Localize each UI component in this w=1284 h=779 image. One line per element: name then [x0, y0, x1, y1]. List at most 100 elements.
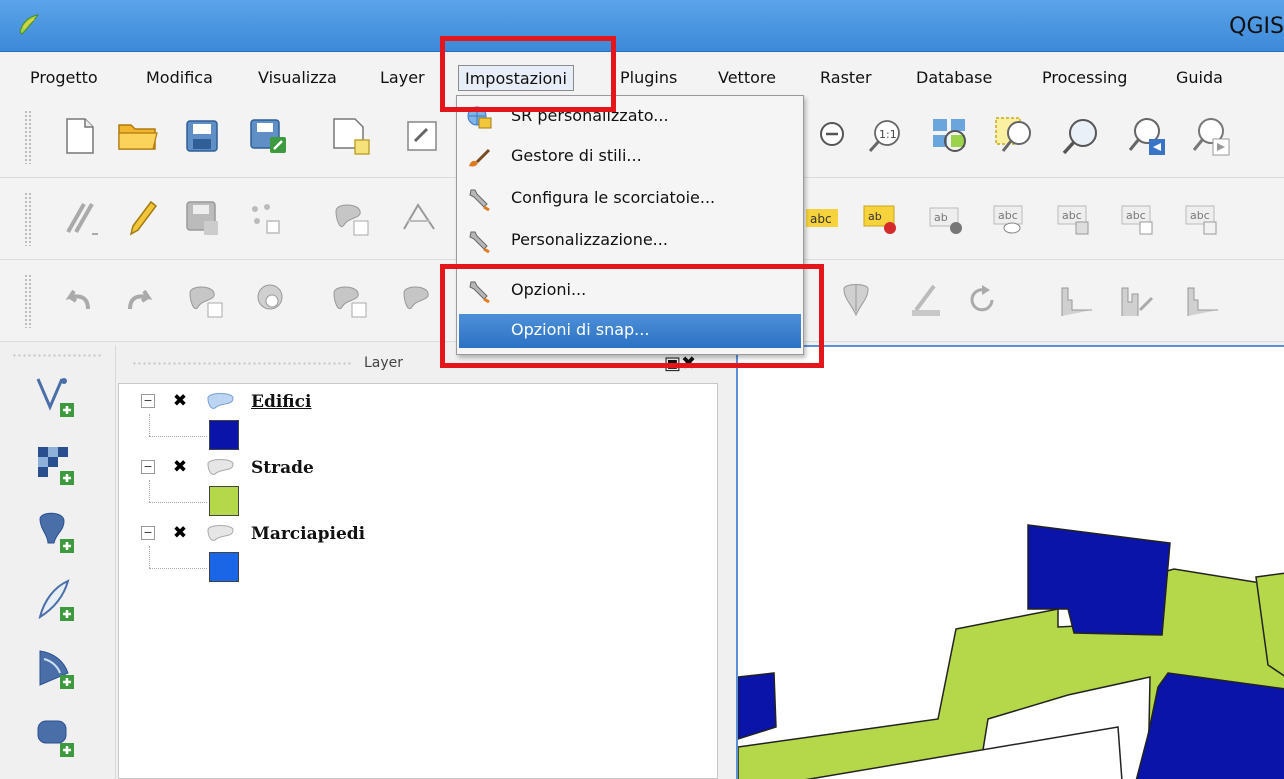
annotation-box-settings-menu [440, 36, 616, 112]
collapse-icon[interactable]: − [141, 394, 155, 408]
menu-item-configure-shortcuts[interactable]: Configura le scorciatoie... [459, 182, 801, 216]
menu-processing[interactable]: Processing [1036, 65, 1133, 91]
label-toolbar-icon[interactable]: abc [800, 196, 844, 240]
layer-name[interactable]: Edifici [251, 392, 311, 412]
move-label-icon[interactable]: abc [1052, 196, 1096, 240]
map-rendering [738, 524, 1284, 779]
layer-name[interactable]: Strade [251, 458, 314, 478]
collapse-icon[interactable]: − [141, 526, 155, 540]
svg-text:ab: ab [868, 210, 882, 223]
layer-symbol-swatch[interactable] [209, 486, 239, 516]
zoom-to-layer-icon[interactable] [1058, 114, 1102, 158]
collapse-icon[interactable]: − [141, 460, 155, 474]
rotate-label-icon[interactable]: abc [1116, 196, 1160, 240]
building-polygon [1135, 672, 1284, 779]
new-project-icon[interactable] [58, 114, 102, 158]
add-raster-layer-icon[interactable] [34, 443, 78, 487]
layer-symbol-swatch[interactable] [209, 552, 239, 582]
panel-grip[interactable] [132, 361, 352, 367]
pin-labels-icon[interactable]: ab [924, 196, 968, 240]
zoom-to-selection-icon[interactable] [992, 114, 1036, 158]
menu-database[interactable]: Database [910, 65, 998, 91]
layer-visibility-checkbox[interactable]: ✖ [171, 524, 189, 542]
zoom-next-icon[interactable] [1188, 114, 1232, 158]
open-project-icon[interactable] [116, 114, 160, 158]
new-print-composer-icon[interactable] [330, 114, 374, 158]
layers-panel-title: Layer [364, 355, 404, 371]
add-part-icon[interactable] [252, 278, 296, 322]
menu-item-label: Configura le scorciatoie... [511, 188, 716, 207]
menu-progetto[interactable]: Progetto [24, 65, 104, 91]
menu-item-style-manager[interactable]: Gestore di stili... [459, 140, 801, 174]
wrench-icon [469, 189, 490, 212]
layer-visibility-checkbox[interactable]: ✖ [171, 392, 189, 410]
layer-name[interactable]: Marciapiedi [251, 524, 365, 544]
zoom-last-icon[interactable] [1124, 114, 1168, 158]
add-spatialite-layer-icon[interactable] [34, 579, 78, 623]
tree-connector [149, 502, 207, 503]
toolbar-grip[interactable] [24, 274, 32, 328]
node-tool-icon[interactable] [398, 196, 442, 240]
add-postgis-layer-icon[interactable] [34, 511, 78, 555]
tree-connector [149, 414, 150, 436]
layer-symbol-swatch[interactable] [209, 420, 239, 450]
menu-item-label: Personalizzazione... [511, 230, 668, 249]
save-layer-edits-icon[interactable] [180, 196, 224, 240]
undo-icon[interactable] [56, 278, 100, 322]
add-ring-icon[interactable] [184, 278, 228, 322]
building-polygon [738, 672, 777, 740]
reshape-features-icon[interactable] [1116, 278, 1160, 322]
offset-curve-icon[interactable] [1054, 278, 1098, 322]
current-edits-icon[interactable] [60, 196, 104, 240]
delete-ring-icon[interactable] [328, 278, 372, 322]
menu-vettore[interactable]: Vettore [712, 65, 782, 91]
svg-text:abc: abc [998, 209, 1018, 222]
layer-visibility-checkbox[interactable]: ✖ [171, 458, 189, 476]
menu-modifica[interactable]: Modifica [140, 65, 219, 91]
change-label-icon[interactable]: abc [1180, 196, 1224, 240]
manage-layers-toolbar [0, 345, 116, 779]
zoom-full-icon[interactable] [928, 114, 972, 158]
style-brush-icon [469, 148, 491, 167]
fill-ring-icon[interactable] [1180, 278, 1224, 322]
menu-layer[interactable]: Layer [374, 65, 431, 91]
menu-guida[interactable]: Guida [1170, 65, 1229, 91]
toolbar-grip[interactable] [12, 353, 102, 359]
polygon-layer-icon [207, 525, 234, 541]
simplify-feature-icon[interactable] [904, 278, 948, 322]
menu-plugins[interactable]: Plugins [614, 65, 683, 91]
add-delimited-text-layer-icon[interactable] [34, 715, 78, 759]
delete-part-icon[interactable] [398, 278, 442, 322]
toolbar-grip[interactable] [24, 110, 32, 164]
title-bar: QGIS [0, 0, 1284, 52]
add-feature-icon[interactable] [244, 196, 288, 240]
menu-item-customization[interactable]: Personalizzazione... [459, 224, 801, 258]
zoom-out-icon[interactable] [812, 114, 856, 158]
add-wms-layer-icon[interactable] [34, 647, 78, 691]
menu-raster[interactable]: Raster [814, 65, 878, 91]
layer-labeling-icon[interactable]: ab [858, 196, 902, 240]
composer-manager-icon[interactable] [400, 114, 444, 158]
qgis-logo-icon [19, 14, 40, 35]
rotate-feature-icon[interactable] [960, 278, 1004, 322]
toolbar-grip[interactable] [24, 192, 32, 246]
show-hide-labels-icon[interactable]: abc [988, 196, 1032, 240]
annotation-box-options-items [440, 264, 824, 368]
toggle-editing-icon[interactable] [120, 196, 164, 240]
window-title: QGIS [1229, 14, 1284, 39]
save-as-icon[interactable] [246, 114, 290, 158]
tree-connector [149, 546, 150, 568]
move-feature-icon[interactable] [330, 196, 374, 240]
add-vector-layer-icon[interactable] [34, 375, 78, 419]
svg-text:abc: abc [1190, 209, 1210, 222]
menu-item-label: Gestore di stili... [511, 146, 642, 165]
save-project-icon[interactable] [180, 114, 224, 158]
layers-panel: Layer ▣✖ − ✖ Edifici − ✖ Strade − ✖ Marc… [118, 345, 736, 779]
zoom-actual-size-icon[interactable]: 1:1 [864, 114, 908, 158]
menu-visualizza[interactable]: Visualizza [252, 65, 343, 91]
split-parts-icon[interactable] [834, 278, 878, 322]
map-canvas[interactable] [736, 345, 1284, 779]
redo-icon[interactable] [118, 278, 162, 322]
layer-tree: − ✖ Edifici − ✖ Strade − ✖ Marciapiedi [118, 383, 718, 779]
svg-text:abc: abc [1126, 209, 1146, 222]
